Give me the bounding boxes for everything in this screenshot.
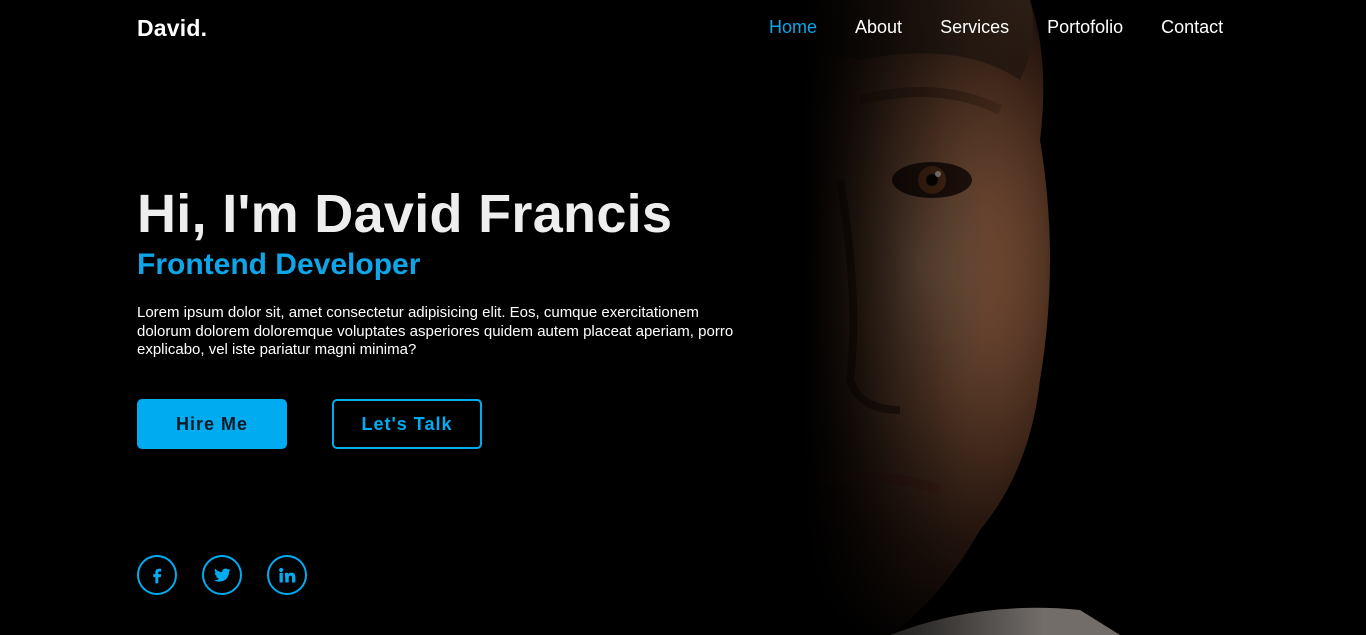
hero-page: David. Home About Services Portofolio Co…	[0, 0, 1366, 635]
main-nav: Home About Services Portofolio Contact	[769, 17, 1223, 38]
nav-services-link[interactable]: Services	[940, 17, 1009, 38]
social-links	[137, 555, 307, 595]
linkedin-icon[interactable]	[267, 555, 307, 595]
hero-title: Hi, I'm David Francis	[137, 184, 673, 244]
hire-me-button[interactable]: Hire Me	[137, 399, 287, 449]
hero-subtitle: Frontend Developer	[137, 248, 421, 281]
nav-portofolio-link[interactable]: Portofolio	[1047, 17, 1123, 38]
site-logo[interactable]: David.	[137, 15, 207, 42]
hero-description: Lorem ipsum dolor sit, amet consectetur …	[137, 304, 734, 358]
nav-about-link[interactable]: About	[855, 17, 902, 38]
nav-contact-link[interactable]: Contact	[1161, 17, 1223, 38]
twitter-icon[interactable]	[202, 555, 242, 595]
lets-talk-button[interactable]: Let's Talk	[332, 399, 482, 449]
nav-home-link[interactable]: Home	[769, 17, 817, 38]
facebook-icon[interactable]	[137, 555, 177, 595]
